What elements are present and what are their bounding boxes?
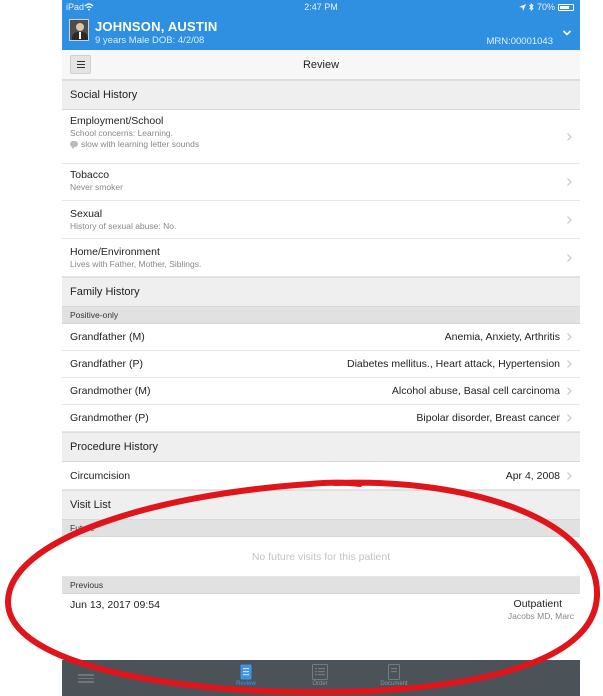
- visit-future-label: Future: [62, 520, 580, 537]
- visit-previous-label: Previous: [62, 577, 580, 594]
- battery-icon: [558, 3, 574, 11]
- family-conditions: Diabetes mellitus., Heart attack, Hypert…: [346, 358, 560, 370]
- row-employment-school[interactable]: Employment/School School concerns: Learn…: [62, 110, 580, 164]
- row-note-text: slow with learning letter sounds: [81, 139, 200, 149]
- review-content[interactable]: Social History Employment/School School …: [62, 80, 580, 630]
- family-conditions: Bipolar disorder, Breast cancer: [416, 412, 560, 424]
- bottom-tab-bar: Review Order Document: [62, 660, 580, 696]
- row-family-member[interactable]: Grandfather (P) Diabetes mellitus., Hear…: [62, 351, 580, 378]
- row-subtitle: Lives with Father, Mother, Siblings.: [70, 259, 202, 269]
- section-social-history: Social History: [62, 80, 580, 110]
- chevron-right-icon: [567, 414, 572, 422]
- status-time: 2:47 PM: [304, 2, 338, 12]
- visit-row[interactable]: Jun 13, 2017 09:54 Outpatient Jacobs MD,…: [62, 594, 580, 630]
- tab-label: Review: [236, 681, 256, 687]
- hamburger-icon[interactable]: [78, 674, 94, 683]
- chevron-right-icon: [567, 178, 572, 186]
- chevron-right-icon: [567, 471, 572, 480]
- procedure-date: Apr 4, 2008: [505, 469, 560, 482]
- family-relation: Grandmother (P): [70, 412, 149, 424]
- family-conditions: Alcohol abuse, Basal cell carcinoma: [391, 385, 560, 397]
- procedure-name: Circumcision: [70, 469, 131, 482]
- chevron-right-icon: [567, 215, 572, 224]
- tab-order[interactable]: Order: [290, 664, 350, 687]
- location-icon: [518, 3, 526, 11]
- visit-type: Outpatient: [513, 598, 562, 610]
- chevron-down-icon[interactable]: [562, 28, 572, 38]
- visit-provider: Jacobs MD, Marc: [507, 611, 574, 621]
- row-title: Tobacco: [70, 169, 110, 181]
- section-visit-list: Visit List: [62, 490, 580, 520]
- battery-percent: 70%: [536, 2, 555, 12]
- row-title: Employment/School: [70, 115, 164, 127]
- bluetooth-icon: [529, 3, 534, 11]
- patient-demographics: 9 years Male DOB: 4/2/08: [95, 35, 204, 46]
- tab-review[interactable]: Review: [216, 664, 276, 687]
- chevron-right-icon: [567, 360, 572, 368]
- tab-label: Order: [312, 681, 328, 687]
- row-subtitle: Never smoker: [70, 182, 123, 192]
- chevron-right-icon: [567, 387, 572, 395]
- order-icon: [312, 664, 328, 680]
- ipad-screen: iPad 2:47 PM 70% JOHNSON, AUSTIN 9 years…: [62, 0, 580, 696]
- patient-name: JOHNSON, AUSTIN: [95, 19, 218, 34]
- no-future-visits-message: No future visits for this patient: [62, 537, 580, 577]
- row-family-member[interactable]: Grandmother (M) Alcohol abuse, Basal cel…: [62, 378, 580, 405]
- row-family-member[interactable]: Grandfather (M) Anemia, Anxiety, Arthrit…: [62, 324, 580, 351]
- chevron-right-icon: [567, 132, 572, 141]
- review-icon: [240, 664, 252, 680]
- chevron-right-icon: [567, 253, 572, 262]
- patient-age: 9 years: [95, 35, 127, 46]
- row-tobacco[interactable]: Tobacco Never smoker: [62, 164, 580, 201]
- family-relation: Grandmother (M): [70, 385, 151, 397]
- row-subtitle: History of sexual abuse: No.: [70, 221, 177, 231]
- tab-document[interactable]: Document: [364, 664, 424, 687]
- patient-sex: Male: [128, 35, 150, 46]
- chevron-right-icon: [567, 333, 572, 341]
- tab-label: Document: [380, 681, 408, 687]
- patient-header[interactable]: iPad 2:47 PM 70% JOHNSON, AUSTIN 9 years…: [62, 0, 580, 50]
- row-family-member[interactable]: Grandmother (P) Bipolar disorder, Breast…: [62, 405, 580, 432]
- row-sexual[interactable]: Sexual History of sexual abuse: No.: [62, 201, 580, 239]
- row-home-environment[interactable]: Home/Environment Lives with Father, Moth…: [62, 239, 580, 277]
- family-relation: Grandfather (P): [70, 358, 143, 370]
- patient-mrn: MRN:00001043: [486, 36, 553, 47]
- row-title: Home/Environment: [70, 246, 160, 258]
- visit-date: Jun 13, 2017 09:54: [70, 599, 160, 611]
- family-relation: Grandfather (M): [70, 331, 145, 343]
- row-note: slow with learning letter sounds: [70, 139, 560, 149]
- page-title: Review: [302, 59, 340, 71]
- row-title: Sexual: [70, 208, 103, 220]
- nav-bar: Review: [62, 50, 580, 80]
- section-family-history: Family History: [62, 277, 580, 307]
- family-conditions: Anemia, Anxiety, Arthritis: [444, 331, 560, 343]
- section-procedure-history: Procedure History: [62, 432, 580, 462]
- family-filter-label: Positive-only: [62, 307, 580, 324]
- document-icon: [388, 664, 400, 680]
- patient-dob: DOB: 4/2/08: [152, 35, 205, 46]
- row-procedure[interactable]: Circumcision Apr 4, 2008: [62, 462, 580, 490]
- comment-icon: [70, 141, 78, 149]
- row-subtitle: School concerns: Learning.: [70, 128, 174, 138]
- status-right: 70%: [518, 2, 574, 12]
- patient-avatar: [69, 19, 89, 41]
